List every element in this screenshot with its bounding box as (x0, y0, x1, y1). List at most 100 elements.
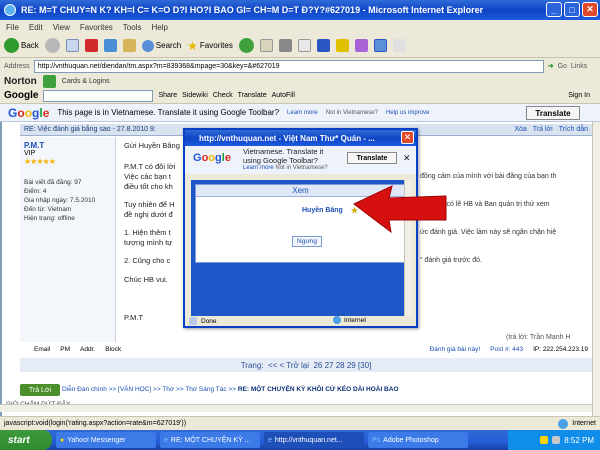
system-tray: 8:52 PM (508, 430, 600, 450)
stop-icon[interactable] (84, 39, 98, 52)
norton-safe-icon[interactable] (373, 39, 387, 52)
tray-icon[interactable] (540, 436, 549, 444)
user-stars: ★★★★★ (24, 157, 56, 166)
block-link[interactable]: Block (105, 346, 121, 353)
delete-post-link[interactable]: Xóa (514, 126, 526, 133)
learn-more-link[interactable]: Learn more (287, 110, 318, 116)
popup-title: http://vnthuquan.net - Việt Nam Thư* Quá… (185, 130, 416, 146)
toolbar-misc-icon[interactable] (392, 39, 406, 52)
back-arrow-icon (4, 38, 19, 53)
post-footer: Email PM Addr. Block Đánh giá bài này! P… (20, 342, 592, 356)
translate-message: This page is in Vietnamese. Translate it… (57, 108, 280, 117)
maximize-button[interactable]: □ (564, 2, 580, 17)
menu-bar: File Edit View Favorites Tools Help (0, 20, 600, 34)
task-photoshop[interactable]: Ps Adobe Photoshop (368, 432, 468, 448)
home-icon[interactable] (122, 39, 136, 52)
autofill-button[interactable]: AutoFill (272, 92, 295, 99)
cards-logins-button[interactable]: Cards & Logins (62, 78, 110, 85)
address-input[interactable]: http://vnthuquan.net/diendan/tm.aspx?m=8… (33, 59, 544, 73)
search-icon (141, 39, 154, 52)
messenger-icon[interactable] (335, 39, 349, 52)
status-zone: Internet (572, 420, 596, 427)
menu-edit[interactable]: Edit (29, 23, 43, 32)
user-rank: VIP (24, 150, 36, 157)
popup-translate-close-icon[interactable]: ✕ (403, 153, 411, 164)
edit-icon[interactable] (297, 39, 311, 52)
close-button[interactable]: ✕ (582, 2, 598, 17)
page-icon[interactable] (65, 39, 79, 52)
task-ie-thread[interactable]: e RE: MỘT CHUYỆN KỲ ... (160, 432, 260, 448)
sign-in-button[interactable]: Sign In (568, 92, 590, 99)
post-number[interactable]: Post #: 443 (490, 346, 523, 353)
search-button[interactable]: Search (141, 39, 181, 52)
menu-tools[interactable]: Tools (123, 23, 142, 32)
popup-learn-more-link[interactable]: Learn more (243, 165, 274, 171)
ngung-button[interactable]: Ngưng (292, 236, 322, 247)
pager-pages[interactable]: 26 27 28 29 [30] (313, 361, 371, 370)
menu-favorites[interactable]: Favorites (80, 23, 113, 32)
user-details: Bài viết đã đăng: 97 Điểm: 4 Gia nhập ng… (24, 179, 96, 222)
quote-post-link[interactable]: Trích dẫn (559, 126, 588, 133)
help-improve-link[interactable]: Help us improve (386, 110, 429, 116)
task-ie-popup[interactable]: e http://vnthuquan.net... (264, 432, 364, 448)
status-text: javascript:void(login('rating.aspx?actio… (4, 420, 187, 427)
google-logo: Google (8, 105, 50, 120)
refresh-icon[interactable] (103, 39, 117, 52)
popup-translate-message: Vietnamese. Translate it using Google To… (243, 147, 324, 165)
reply-post-link[interactable]: Trả lời (533, 126, 553, 133)
popup-close-button[interactable]: ✕ (401, 131, 414, 144)
volume-icon[interactable] (552, 436, 561, 444)
mail-icon[interactable] (259, 39, 273, 52)
translate-tool-button[interactable]: Translate (238, 92, 267, 99)
popup-translate-button[interactable]: Translate (347, 152, 397, 164)
norton-status-icon[interactable] (42, 74, 56, 88)
not-vietnamese-link[interactable]: Not in Vietnamese? (326, 110, 378, 116)
share-button[interactable]: Share (158, 92, 177, 99)
reply-button[interactable]: Trả Lời (20, 384, 60, 396)
ie-icon (4, 4, 16, 16)
pager: Trang: << < Trở lại 26 27 28 29 [30] (20, 358, 592, 372)
print-icon[interactable] (278, 39, 292, 52)
research-icon[interactable] (354, 39, 368, 52)
task-yahoo[interactable]: ● Yahoo! Messenger (56, 432, 156, 448)
history-icon[interactable] (238, 38, 254, 53)
go-icon[interactable]: ➜ (548, 62, 554, 70)
menu-file[interactable]: File (6, 23, 19, 32)
post-username[interactable]: P.M.T (24, 141, 111, 150)
favorites-button[interactable]: ★ Favorites (187, 39, 233, 53)
popup-zone: Internet (344, 316, 367, 324)
pm-link[interactable]: PM (60, 346, 70, 353)
vertical-scrollbar[interactable] (592, 122, 600, 416)
ie-task-icon: e (164, 436, 168, 444)
popup-google-logo: Google (193, 152, 231, 164)
clock: 8:52 PM (564, 435, 594, 445)
popup-not-vietnamese-link[interactable]: Not in Vietnamese? (275, 165, 327, 171)
check-button[interactable]: Check (213, 92, 233, 99)
horizontal-scrollbar[interactable] (0, 404, 592, 412)
minimize-button[interactable]: _ (546, 2, 562, 17)
links-button[interactable]: Links (571, 63, 587, 70)
rate-post-link[interactable]: Đánh giá bài này! (430, 346, 481, 353)
sidewiki-button[interactable]: Sidewiki (182, 92, 208, 99)
email-link[interactable]: Email (34, 346, 50, 353)
go-button[interactable]: Go (558, 63, 567, 70)
red-arrow-annotation (353, 185, 447, 234)
title-bar: RE: M=T CHUY=N K? KH=I C= K=O D?I HO?I B… (0, 0, 600, 20)
photoshop-icon: Ps (372, 436, 381, 444)
rater-name[interactable]: Huyền Băng (302, 207, 343, 214)
menu-help[interactable]: Help (151, 23, 167, 32)
translate-bar: Google This page is in Vietnamese. Trans… (0, 104, 600, 122)
start-button[interactable]: start (0, 430, 52, 450)
yahoo-icon: ● (60, 436, 65, 444)
forward-button[interactable] (44, 38, 60, 53)
pager-prev[interactable]: << < Trở lại (268, 361, 309, 370)
google-search-input[interactable] (43, 89, 154, 102)
addr-link[interactable]: Addr. (80, 346, 95, 353)
translate-button[interactable]: Translate (526, 106, 580, 120)
google-toolbar: Google Share Sidewiki Check Translate Au… (0, 88, 600, 104)
back-button[interactable]: Back (4, 38, 39, 53)
menu-view[interactable]: View (53, 23, 70, 32)
discuss-icon[interactable] (316, 39, 330, 52)
post-ip: IP: 222.254.223.19 (533, 345, 588, 353)
google-toolbar-logo: Google (4, 90, 39, 101)
